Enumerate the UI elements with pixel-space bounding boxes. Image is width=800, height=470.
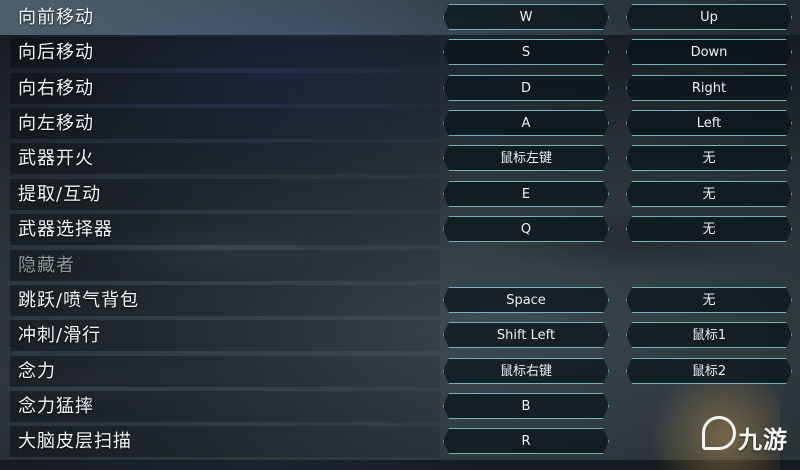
action-label: 武器开火	[18, 148, 94, 169]
primary-key-button[interactable]: B	[443, 393, 609, 419]
action-label: 大脑皮层扫描	[18, 431, 132, 452]
keybinding-row[interactable]: 向后移动 S Down	[0, 35, 800, 70]
keybinding-row[interactable]: 大脑皮层扫描 R	[0, 424, 800, 459]
primary-key-button[interactable]: R	[443, 428, 609, 454]
secondary-key-button[interactable]: 无	[626, 181, 792, 207]
keybinding-row[interactable]: 向前移动 W Up	[0, 0, 800, 35]
keybinding-row[interactable]: 向右移动 D Right	[0, 71, 800, 106]
watermark-text: 九游	[738, 426, 788, 454]
primary-key-button[interactable]: W	[443, 4, 609, 30]
primary-key-button[interactable]: 鼠标右键	[443, 358, 609, 384]
keybinding-row[interactable]: 念力猛摔 B	[0, 389, 800, 424]
keybinding-row[interactable]: 向左移动 A Left	[0, 106, 800, 141]
action-label: 隐藏者	[18, 255, 75, 276]
action-label: 向左移动	[18, 113, 94, 134]
action-label: 向后移动	[18, 42, 94, 63]
action-label: 提取/互动	[18, 184, 102, 205]
primary-key-button[interactable]: Space	[443, 287, 609, 313]
action-label: 念力	[18, 361, 56, 382]
primary-key-button[interactable]: E	[443, 181, 609, 207]
action-label: 跳跃/喷气背包	[18, 290, 140, 311]
secondary-key-button[interactable]: Down	[626, 39, 792, 65]
action-label: 冲刺/滑行	[18, 325, 102, 346]
primary-key-button[interactable]: 鼠标左键	[443, 145, 609, 171]
watermark: 九游	[702, 416, 794, 454]
secondary-key-button[interactable]: Left	[626, 110, 792, 136]
keybinding-row[interactable]: 提取/互动 E 无	[0, 177, 800, 212]
primary-key-button[interactable]: S	[443, 39, 609, 65]
keybinding-row[interactable]: 念力 鼠标右键 鼠标2	[0, 354, 800, 389]
primary-key-button[interactable]: Q	[443, 216, 609, 242]
secondary-key-button[interactable]: 无	[626, 287, 792, 313]
secondary-key-button[interactable]: 无	[626, 216, 792, 242]
primary-key-button[interactable]: Shift Left	[443, 322, 609, 348]
j-logo-icon	[702, 416, 736, 450]
keybinding-row[interactable]: 武器选择器 Q 无	[0, 212, 800, 247]
keybinding-row[interactable]: 冲刺/滑行 Shift Left 鼠标1	[0, 318, 800, 353]
action-label: 念力猛摔	[18, 396, 94, 417]
secondary-key-button[interactable]: Up	[626, 4, 792, 30]
secondary-key-button[interactable]: 鼠标1	[626, 322, 792, 348]
action-label: 武器选择器	[18, 219, 113, 240]
action-label: 向右移动	[18, 78, 94, 99]
row-background	[10, 356, 440, 387]
primary-key-button[interactable]: D	[443, 75, 609, 101]
keybinding-row[interactable]: 武器开火 鼠标左键无	[0, 141, 800, 176]
secondary-key-button[interactable]: Right	[626, 75, 792, 101]
action-label: 向前移动	[18, 7, 94, 28]
secondary-key-button[interactable]: 无	[626, 145, 792, 171]
secondary-key-button[interactable]: 鼠标2	[626, 358, 792, 384]
primary-key-button[interactable]: A	[443, 110, 609, 136]
keybinding-row[interactable]: 跳跃/喷气背包 Space 无	[0, 283, 800, 318]
keybinding-row: 隐藏者	[0, 248, 800, 283]
